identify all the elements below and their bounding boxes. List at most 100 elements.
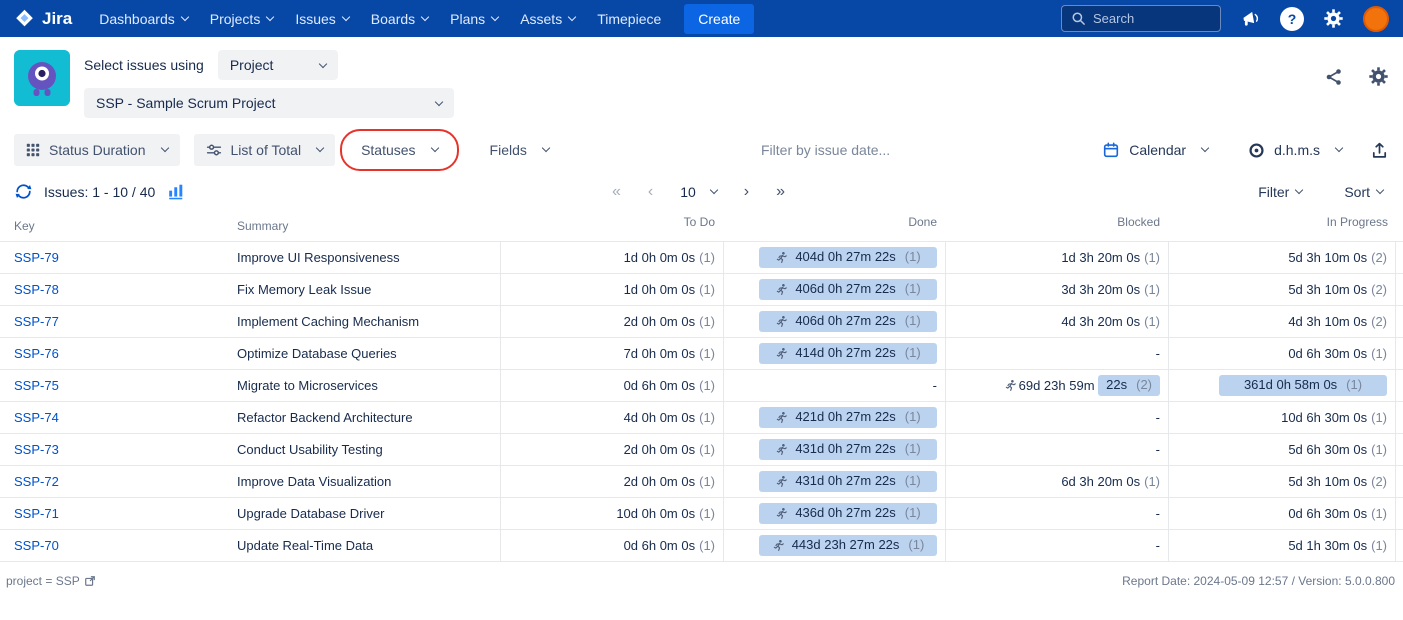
fields-select[interactable]: Fields	[478, 134, 561, 166]
report-settings-gear-icon[interactable]	[1368, 66, 1389, 87]
transition-count: (1)	[904, 345, 921, 361]
statuses-select[interactable]: Statuses	[349, 134, 449, 166]
jira-logo-icon	[14, 8, 35, 29]
column-header-inprogress: In Progress	[1326, 215, 1388, 229]
chevron-down-icon	[160, 143, 169, 153]
todo-cell: 2d 0h 0m 0s (1)	[500, 466, 723, 497]
duration-value: 10d 0h 0m 0s	[616, 506, 696, 521]
table-header-row: Key Summary To Do Done Blocked In Progre…	[0, 211, 1403, 241]
key-cell: SSP-71	[0, 506, 223, 521]
todo-cell: 4d 0h 0m 0s (1)	[500, 402, 723, 433]
done-cell: 414d 0h 27m 22s (1)	[723, 338, 945, 369]
export-icon[interactable]	[1370, 141, 1389, 160]
inprogress-cell: 5d 6h 30m 0s (1)	[1168, 434, 1396, 465]
first-page-button[interactable]: «	[612, 183, 621, 201]
empty-duration: -	[1155, 538, 1160, 553]
current-status-chip: 22s (2)	[1098, 375, 1160, 396]
page-size-select[interactable]: 10	[680, 184, 719, 200]
empty-duration: -	[1155, 506, 1160, 521]
summary-cell: Implement Caching Mechanism	[237, 314, 420, 329]
done-cell: -	[723, 370, 945, 401]
issue-source-select[interactable]: Project	[217, 50, 338, 80]
todo-cell: 0d 6h 0m 0s (1)	[500, 370, 723, 401]
announcements-icon[interactable]	[1240, 8, 1261, 29]
transition-count: (1)	[1371, 506, 1387, 521]
chart-view-icon[interactable]	[166, 183, 186, 200]
user-avatar[interactable]	[1363, 5, 1389, 32]
top-navigation: Jira Dashboards Projects Issues Boards P…	[0, 0, 1403, 37]
issue-key-link[interactable]: SSP-73	[14, 442, 59, 457]
transition-count: (1)	[904, 409, 921, 425]
duration-value: 5d 3h 10m 0s	[1288, 474, 1368, 489]
key-cell: SSP-79	[0, 250, 223, 265]
calendar-icon	[1102, 141, 1120, 159]
issue-key-link[interactable]: SSP-76	[14, 346, 59, 361]
blocked-cell: -	[945, 338, 1168, 369]
grid-icon	[26, 143, 40, 157]
report-type-select[interactable]: Status Duration	[14, 134, 180, 166]
duration-format-select[interactable]: d.h.m.s	[1236, 134, 1354, 166]
calendar-select[interactable]: Calendar	[1090, 134, 1220, 166]
column-header-summary: Summary	[237, 219, 289, 233]
chevron-down-icon	[541, 143, 551, 153]
refresh-icon[interactable]	[14, 182, 33, 201]
chevron-down-icon	[1375, 185, 1385, 194]
nav-item-timepiece[interactable]: Timepiece	[586, 0, 672, 37]
table-row: SSP-74 Refactor Backend Architecture 4d 0h…	[0, 401, 1403, 433]
create-button[interactable]: Create	[684, 3, 755, 34]
inprogress-cell: 4d 3h 10m 0s (2)	[1168, 306, 1396, 337]
duration-value: 22s	[1106, 377, 1128, 393]
transition-count: (1)	[1144, 314, 1160, 329]
nav-item-boards[interactable]: Boards	[360, 0, 439, 37]
summary-cell: Upgrade Database Driver	[237, 506, 385, 521]
jql-query-link[interactable]: project = SSP	[6, 574, 96, 588]
timepiece-app-icon	[14, 50, 70, 106]
issue-key-link[interactable]: SSP-78	[14, 282, 59, 297]
transition-count: (1)	[904, 505, 921, 521]
issue-key-link[interactable]: SSP-70	[14, 538, 59, 553]
global-search[interactable]	[1061, 5, 1221, 32]
sort-menu[interactable]: Sort	[1344, 184, 1385, 200]
duration-value: 2d 0h 0m 0s	[623, 474, 696, 489]
nav-item-plans[interactable]: Plans	[439, 0, 509, 37]
project-select[interactable]: SSP - Sample Scrum Project	[84, 88, 454, 118]
issue-key-link[interactable]: SSP-71	[14, 506, 59, 521]
table-row: SSP-76 Optimize Database Queries 7d 0h 0m …	[0, 337, 1403, 369]
transition-count: (1)	[908, 537, 925, 553]
jira-logo[interactable]: Jira	[14, 8, 72, 29]
blocked-cell: 4d 3h 20m 0s (1)	[945, 306, 1168, 337]
settings-gear-icon[interactable]	[1323, 8, 1344, 29]
nav-item-projects[interactable]: Projects	[199, 0, 285, 37]
last-page-button[interactable]: »	[776, 183, 785, 201]
runner-icon	[775, 475, 788, 488]
done-cell: 436d 0h 27m 22s (1)	[723, 498, 945, 529]
nav-item-dashboards[interactable]: Dashboards	[88, 0, 199, 37]
nav-item-issues[interactable]: Issues	[284, 0, 359, 37]
issue-key-link[interactable]: SSP-77	[14, 314, 59, 329]
help-icon[interactable]: ?	[1280, 6, 1304, 31]
runner-icon	[775, 507, 788, 520]
issue-key-link[interactable]: SSP-75	[14, 378, 59, 393]
share-icon[interactable]	[1324, 67, 1344, 87]
view-mode-select[interactable]: List of Total	[193, 134, 336, 166]
duration-value: 431d 0h 27m 22s	[795, 473, 896, 489]
prev-page-button[interactable]: ‹	[648, 183, 653, 201]
duration-value: 10d 6h 30m 0s	[1281, 410, 1368, 425]
chevron-down-icon	[420, 12, 430, 21]
issue-key-link[interactable]: SSP-79	[14, 250, 59, 265]
clock-dial-icon	[1248, 142, 1265, 159]
issue-key-link[interactable]: SSP-72	[14, 474, 59, 489]
filter-menu[interactable]: Filter	[1258, 184, 1304, 200]
nav-item-assets[interactable]: Assets	[509, 0, 586, 37]
search-input[interactable]	[1093, 11, 1211, 26]
issue-date-filter-input[interactable]: Filter by issue date...	[575, 142, 1076, 158]
next-page-button[interactable]: ›	[744, 183, 749, 201]
issue-key-link[interactable]: SSP-74	[14, 410, 59, 425]
table-row: SSP-75 Migrate to Microservices 0d 6h 0m 0…	[0, 369, 1403, 401]
duration-value: 0d 6h 30m 0s	[1288, 506, 1368, 521]
transition-count: (2)	[1371, 314, 1387, 329]
current-status-chip: 443d 23h 27m 22s (1)	[759, 535, 937, 556]
duration-value: 5d 1h 30m 0s	[1288, 538, 1368, 553]
report-info: Report Date: 2024-05-09 12:57 / Version:…	[1122, 574, 1395, 588]
summary-cell: Fix Memory Leak Issue	[237, 282, 372, 297]
